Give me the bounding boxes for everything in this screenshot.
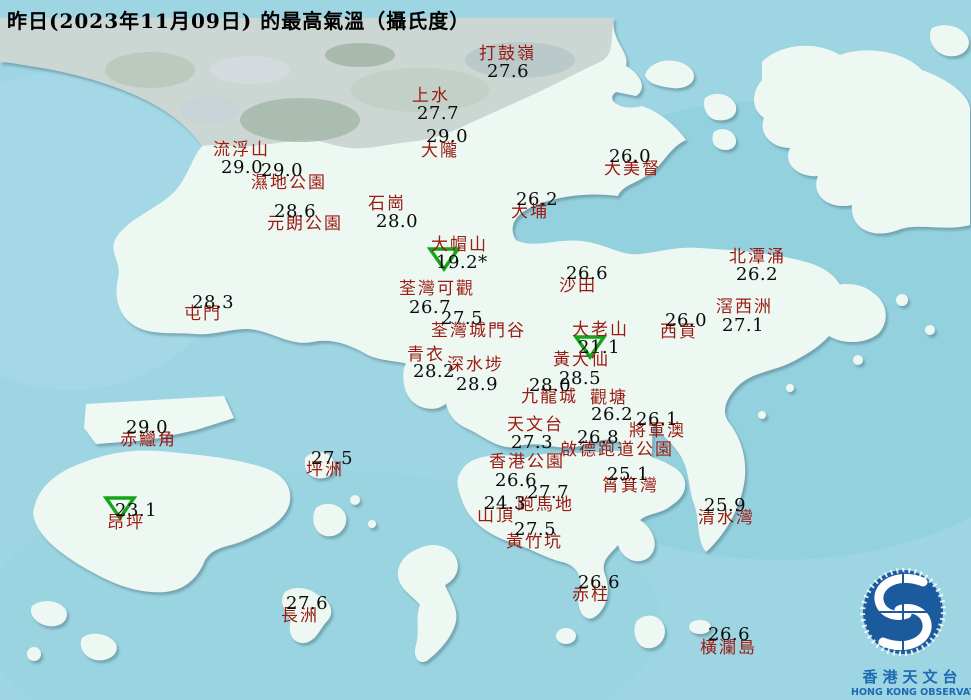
station-name: 深水埗	[447, 355, 504, 375]
station-value: 26.1	[636, 409, 679, 430]
station-value: 28.9	[456, 374, 499, 395]
observatory-logo-icon	[860, 567, 946, 657]
station-value: 28.3	[192, 292, 235, 313]
station-value: 27.6	[487, 61, 530, 82]
station-value: 26.0	[609, 146, 652, 167]
station-value: 27.6	[286, 593, 329, 614]
station-name: 香港公園	[489, 452, 565, 472]
hko-logo: 香港天文台 HONG KONG OBSERVATORY	[851, 567, 971, 698]
station-value: 26.6	[708, 624, 751, 645]
station-value: 29.0	[126, 417, 169, 438]
station-value: 29.0	[261, 160, 304, 181]
station-value: 27.5	[514, 519, 557, 540]
station-value: 26.2	[736, 264, 779, 285]
station-value: 25.9	[704, 495, 747, 516]
station-value: 27.5	[441, 308, 484, 329]
station-value: 19.2*	[436, 252, 488, 273]
station-name: 荃灣可觀	[399, 279, 475, 299]
station-value: 25.1	[607, 464, 650, 485]
station-value: 26.6	[578, 572, 621, 593]
station-value: 27.7	[417, 103, 460, 124]
station-value: 28.6	[274, 201, 317, 222]
station-value: 24.3	[484, 493, 527, 514]
station-value: 26.0	[665, 310, 708, 331]
station-name: 滘西洲	[716, 297, 773, 317]
station-value: 26.2	[516, 189, 559, 210]
logo-chinese-text: 香港天文台	[862, 668, 963, 686]
station-value: 23.1	[115, 500, 158, 521]
weather-map: 昨日(2023年11月09日) 的最高氣溫（攝氏度） 打鼓嶺 27.6 上水 27.7…	[0, 0, 971, 700]
station-value: 26.8	[577, 427, 620, 448]
station-value: 26.6	[566, 263, 609, 284]
station-value: 27.7	[527, 482, 570, 503]
station-value: 28.0	[376, 211, 419, 232]
station-value: 28.0	[529, 375, 572, 396]
logo-english-text: HONG KONG OBSERVATORY	[851, 687, 971, 698]
station-value: 29.0	[426, 126, 469, 147]
station-value: 27.5	[311, 448, 354, 469]
station-name: 黃大仙	[553, 350, 610, 370]
station-value: 27.3	[511, 432, 554, 453]
station-value: 27.1	[722, 315, 765, 336]
stations-layer: 打鼓嶺 27.6 上水 27.7 大隴 29.0 大美督 26.0 流浮山 29.0 濕地公園 29.…	[0, 0, 971, 700]
station-value: 26.2	[591, 404, 634, 425]
